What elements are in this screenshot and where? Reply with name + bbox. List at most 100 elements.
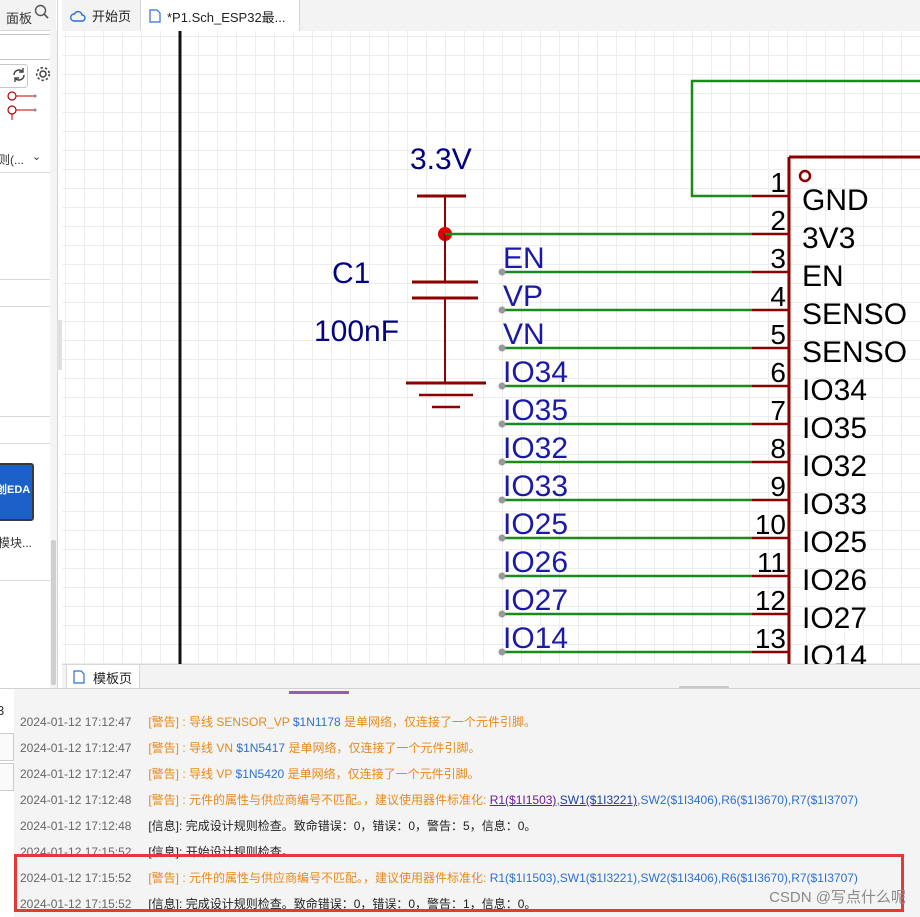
- tab-start-page[interactable]: 开始页: [70, 0, 131, 31]
- gnd-wire[interactable]: [690, 79, 920, 198]
- ic-pin-number: 11: [757, 547, 786, 578]
- net-label[interactable]: IO35: [503, 394, 568, 427]
- cap-value: 100nF: [314, 315, 399, 348]
- log-level: [警告]: [148, 793, 180, 807]
- tab-schematic-label: *P1.Sch_ESP32最...: [167, 9, 286, 25]
- log-row: 2024-01-12 17:12:47 [警告] : 导线 SENSOR_VP …: [20, 715, 537, 729]
- net-label[interactable]: IO33: [503, 470, 568, 503]
- pin1-marker: [798, 169, 812, 183]
- net-link[interactable]: $1N5417: [236, 741, 285, 755]
- divider: [0, 416, 50, 417]
- oled-thumb-text: 创EDA: [0, 484, 31, 496]
- log-filter-box[interactable]: [0, 763, 14, 791]
- log-message: 完成设计规则检查。致命错误：0，错误：0，警告：5，信息：0。: [185, 819, 537, 833]
- ic-pin-name: SENSO: [802, 298, 907, 331]
- log-link-fragment: [289, 691, 349, 694]
- divider: [0, 580, 50, 581]
- log-row: 2024-01-12 17:12:47 [警告] : 导线 VP $1N5420…: [20, 767, 480, 781]
- log-timestamp: 2024-01-12 17:12:47: [20, 767, 132, 781]
- divider: [0, 306, 50, 307]
- tab-template-page[interactable]: 模板页: [66, 665, 140, 689]
- refresh-icon[interactable]: [10, 66, 28, 84]
- power-net-label: 3.3V: [410, 143, 472, 176]
- tab-template-label: 模板页: [93, 670, 133, 686]
- ic-pin-number: 6: [770, 357, 786, 388]
- net-label[interactable]: IO32: [503, 432, 568, 465]
- log-left-number: 3: [0, 703, 5, 718]
- divider: [0, 172, 50, 173]
- net-label[interactable]: VP: [503, 280, 543, 313]
- log-message: 是单网络，仅连接了一个元件引脚。: [344, 715, 537, 729]
- ic-pin-number: 5: [770, 319, 786, 350]
- log-message: 导线 SENSOR_VP: [189, 715, 290, 729]
- ic-pin-name: 3V3: [802, 222, 855, 255]
- log-filter-box[interactable]: [0, 733, 14, 761]
- symbol-thumbnail[interactable]: [0, 90, 45, 122]
- ic-pin-name: IO35: [802, 412, 867, 445]
- schematic-drawing[interactable]: 3.3V C1 100nF 1 GND 2 3V3 3 EN 4 SENSO 5 SENSO 6 IO…: [62, 31, 920, 664]
- log-level: [警告]: [148, 715, 180, 729]
- net-label[interactable]: VN: [503, 318, 545, 351]
- ic-pin-number: 13: [755, 623, 786, 654]
- ic-pin-number: 12: [755, 585, 786, 616]
- ic-pin-number: 1: [770, 167, 786, 198]
- ic-pin-number: 10: [755, 509, 786, 540]
- log-left-strip: 3: [0, 689, 15, 917]
- left-scrollbar-thumb[interactable]: [51, 540, 56, 685]
- document-tab-bar: 开始页 *P1.Sch_ESP32最...: [62, 0, 920, 32]
- log-level: [警告]: [148, 741, 180, 755]
- document-icon: [73, 670, 85, 684]
- left-panel: 面板 则(... ⌄ 创EDA 模块...: [0, 0, 58, 688]
- divider: [0, 279, 50, 280]
- tab-schematic[interactable]: *P1.Sch_ESP32最...: [140, 0, 300, 32]
- ic-pin-number: 7: [770, 395, 786, 426]
- log-message: 导线 VN: [189, 741, 234, 755]
- library-search-input[interactable]: [0, 34, 53, 60]
- log-message: 导线 VP: [189, 767, 233, 781]
- log-row: 2024-01-12 17:12:47 [警告] : 导线 VN $1N5417…: [20, 741, 481, 755]
- cap-designator: C1: [332, 257, 370, 290]
- net-label[interactable]: IO27: [503, 584, 568, 617]
- ic-pin-name: IO25: [802, 526, 867, 559]
- ic-pin-name: IO33: [802, 488, 867, 521]
- ic-pin-name: IO14: [802, 640, 867, 664]
- net-label[interactable]: EN: [503, 242, 545, 275]
- log-level: [警告]: [148, 767, 180, 781]
- chevron-down-icon[interactable]: ⌄: [32, 150, 41, 163]
- log-row: 2024-01-12 17:12:48 [信息]: 完成设计规则检查。致命错误：…: [20, 819, 537, 833]
- bottom-tab-bar: 模板页: [62, 664, 920, 692]
- log-timestamp: 2024-01-12 17:12:47: [20, 715, 132, 729]
- net-label[interactable]: IO26: [503, 546, 568, 579]
- component-links[interactable]: ,SW2($1I3406),R6($1I3670),R7($1I3707): [637, 793, 858, 807]
- log-timestamp: 2024-01-12 17:12:48: [20, 793, 132, 807]
- log-message: 是单网络，仅连接了一个元件引脚。: [288, 741, 481, 755]
- ic-pin-name: IO27: [802, 602, 867, 635]
- net-link[interactable]: $1N1178: [293, 715, 341, 729]
- net-label[interactable]: IO25: [503, 508, 568, 541]
- schematic-canvas[interactable]: 3.3V C1 100nF 1 GND 2 3V3 3 EN 4 SENSO 5 SENSO 6 IO…: [62, 31, 920, 664]
- ic-pin-number: 8: [770, 433, 786, 464]
- net-label[interactable]: IO14: [503, 622, 568, 655]
- panel-tab-label: 面板: [6, 11, 33, 26]
- oled-module-thumbnail[interactable]: 创EDA: [0, 463, 34, 521]
- cloud-icon: [70, 10, 86, 22]
- divider: [0, 443, 50, 444]
- log-row: 2024-01-12 17:12:48 [警告] : 元件的属性与供应商编号不匹…: [20, 793, 858, 807]
- library-item-label: 则(...: [0, 153, 24, 167]
- component-link[interactable]: SW1($1I3221): [560, 793, 637, 807]
- log-timestamp: 2024-01-12 17:12:48: [20, 819, 132, 833]
- ic-pin-name: EN: [802, 260, 844, 293]
- ic-pin-number: 2: [770, 205, 786, 236]
- log-message: 元件的属性与供应商编号不匹配。，建议使用器件标准化:: [189, 793, 487, 807]
- search-icon[interactable]: [33, 3, 51, 21]
- ic-pin-name: IO32: [802, 450, 867, 483]
- component-link[interactable]: R1($1I1503): [490, 793, 557, 807]
- ic-pin-name: SENSO: [802, 336, 907, 369]
- ic-pin-number: 4: [770, 281, 786, 312]
- module-item-label: 模块...: [0, 536, 33, 550]
- net-link[interactable]: $1N5420: [236, 767, 285, 781]
- net-label[interactable]: IO34: [503, 356, 568, 389]
- document-icon: [149, 9, 161, 23]
- tab-start-label: 开始页: [92, 9, 132, 24]
- ic-pin-number: 3: [770, 243, 786, 274]
